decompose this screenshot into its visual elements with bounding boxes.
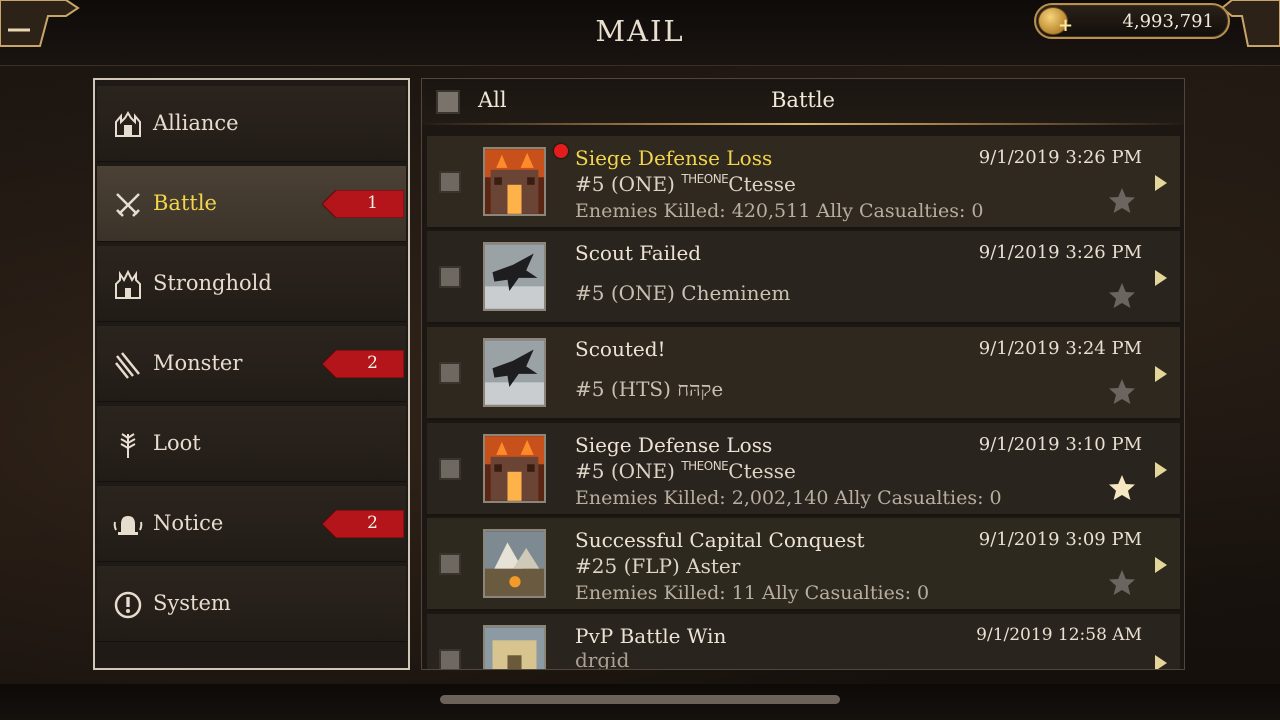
row-checkbox[interactable]	[439, 649, 461, 669]
sidebar-item-label: System	[153, 591, 231, 615]
badge-count: 2	[367, 513, 378, 533]
open-mail-arrow-icon[interactable]	[1154, 174, 1168, 192]
capital-camp-icon	[483, 529, 546, 598]
horizontal-scrollbar[interactable]	[440, 695, 840, 704]
mail-row[interactable]: Siege Defense Loss #5 (ONE) THEONECtesse…	[427, 423, 1180, 516]
list-title: Battle	[771, 88, 835, 112]
exclamation-icon	[114, 591, 142, 619]
mail-time: 9/1/2019 3:26 PM	[978, 242, 1142, 263]
alliance-icon	[115, 111, 141, 137]
mail-summary: Enemies Killed: 2,002,140 Ally Casualtie…	[575, 487, 1002, 509]
unread-count-badge: 2	[322, 510, 404, 538]
mail-summary: Enemies Killed: 420,511 Ally Casualties:…	[575, 200, 984, 222]
crossed-swords-icon	[116, 193, 140, 217]
sidebar-item-system[interactable]: System	[97, 566, 406, 642]
sidebar-item-alliance[interactable]: Alliance	[97, 86, 406, 162]
open-mail-arrow-icon[interactable]	[1154, 654, 1168, 670]
mail-time: 9/1/2019 3:10 PM	[978, 434, 1142, 455]
gold-amount: 4,993,791	[1122, 11, 1214, 32]
player-name: Ctesse	[728, 172, 796, 196]
row-checkbox[interactable]	[439, 458, 461, 480]
gold-counter[interactable]: + 4,993,791	[1034, 3, 1230, 39]
row-checkbox[interactable]	[439, 266, 461, 288]
unread-count-badge: 1	[322, 190, 404, 218]
row-checkbox[interactable]	[439, 362, 461, 384]
mail-list-panel: All Battle Siege Defense Loss #5 (ONE) T…	[421, 78, 1185, 670]
unread-count-badge: 2	[322, 350, 404, 378]
sidebar-item-label: Stronghold	[153, 271, 272, 295]
sidebar-item-label: Battle	[153, 191, 217, 215]
sidebar-item-label: Alliance	[153, 111, 239, 135]
player-prefix: #5 (ONE)	[575, 172, 682, 196]
sidebar-item-label: Monster	[153, 351, 243, 375]
open-mail-arrow-icon[interactable]	[1154, 461, 1168, 479]
add-gold-icon[interactable]: +	[1058, 17, 1076, 35]
mail-row[interactable]: Siege Defense Loss #5 (ONE) THEONECtesse…	[427, 136, 1180, 229]
wheat-icon	[120, 433, 136, 458]
starred-icon[interactable]	[1107, 473, 1137, 503]
sidebar-item-loot[interactable]: Loot	[97, 406, 406, 482]
mail-summary: Enemies Killed: 11 Ally Casualties: 0	[575, 582, 930, 604]
badge-count: 2	[367, 353, 378, 373]
raven-icon	[483, 338, 546, 407]
sidebar-item-label: Loot	[153, 431, 201, 455]
open-mail-arrow-icon[interactable]	[1154, 269, 1168, 287]
unread-indicator	[554, 144, 568, 158]
raven-icon	[483, 242, 546, 311]
mail-player: #25 (FLP) Aster	[575, 554, 741, 578]
mail-player: #5 (HTS) קהּחe	[575, 377, 724, 401]
star-icon[interactable]	[1107, 568, 1137, 598]
burning-castle-icon	[483, 434, 546, 503]
sidebar-item-battle[interactable]: Battle 1	[97, 166, 406, 242]
bell-icon	[113, 516, 143, 535]
mail-player: #5 (ONE) THEONECtesse	[575, 459, 796, 483]
open-mail-arrow-icon[interactable]	[1154, 556, 1168, 574]
mail-time: 9/1/2019 12:58 AM	[976, 625, 1142, 645]
mail-title: Siege Defense Loss	[575, 433, 773, 457]
row-checkbox[interactable]	[439, 171, 461, 193]
star-icon[interactable]	[1107, 186, 1137, 216]
open-mail-arrow-icon[interactable]	[1154, 365, 1168, 383]
mail-title: Scouted!	[575, 337, 666, 361]
mail-title: Scout Failed	[575, 241, 702, 265]
player-prefix: #5 (ONE)	[575, 459, 682, 483]
header-divider	[422, 123, 1184, 125]
sidebar-item-stronghold[interactable]: Stronghold	[97, 246, 406, 322]
badge-count: 1	[367, 193, 378, 213]
claw-icon	[115, 352, 140, 379]
top-bar: MAIL + 4,993,791	[0, 0, 1280, 66]
mail-time: 9/1/2019 3:09 PM	[978, 529, 1142, 550]
mail-title: Successful Capital Conquest	[575, 528, 865, 552]
burning-castle-icon	[483, 147, 546, 216]
sidebar-item-monster[interactable]: Monster 2	[97, 326, 406, 402]
player-tag: THEONE	[681, 459, 729, 473]
mail-time: 9/1/2019 3:24 PM	[978, 338, 1142, 359]
mail-player: drgid	[575, 648, 630, 670]
mail-row[interactable]: Scouted! #5 (HTS) קהּחe 9/1/2019 3:24 PM	[427, 327, 1180, 420]
castle-gate-icon	[483, 625, 546, 669]
mail-title: PvP Battle Win	[575, 624, 727, 648]
player-tag: THEONE	[681, 172, 729, 186]
stronghold-icon	[115, 270, 141, 299]
star-icon[interactable]	[1107, 377, 1137, 407]
sidebar-item-notice[interactable]: Notice 2	[97, 486, 406, 562]
mail-row[interactable]: Scout Failed #5 (ONE) Cheminem 9/1/2019 …	[427, 231, 1180, 324]
mail-row[interactable]: PvP Battle Win drgid 9/1/2019 12:58 AM	[427, 614, 1180, 670]
row-checkbox[interactable]	[439, 553, 461, 575]
mail-player: #5 (ONE) Cheminem	[575, 281, 791, 305]
category-sidebar: Alliance Battle 1 Stronghold Monster 2 L…	[93, 78, 410, 670]
sidebar-item-label: Notice	[153, 511, 224, 535]
mail-row[interactable]: Successful Capital Conquest #25 (FLP) As…	[427, 518, 1180, 611]
list-header: All Battle	[422, 79, 1184, 125]
player-name: Ctesse	[728, 459, 796, 483]
star-icon[interactable]	[1107, 281, 1137, 311]
mail-time: 9/1/2019 3:26 PM	[978, 147, 1142, 168]
mail-title: Siege Defense Loss	[575, 146, 773, 170]
mail-player: #5 (ONE) THEONECtesse	[575, 172, 796, 196]
